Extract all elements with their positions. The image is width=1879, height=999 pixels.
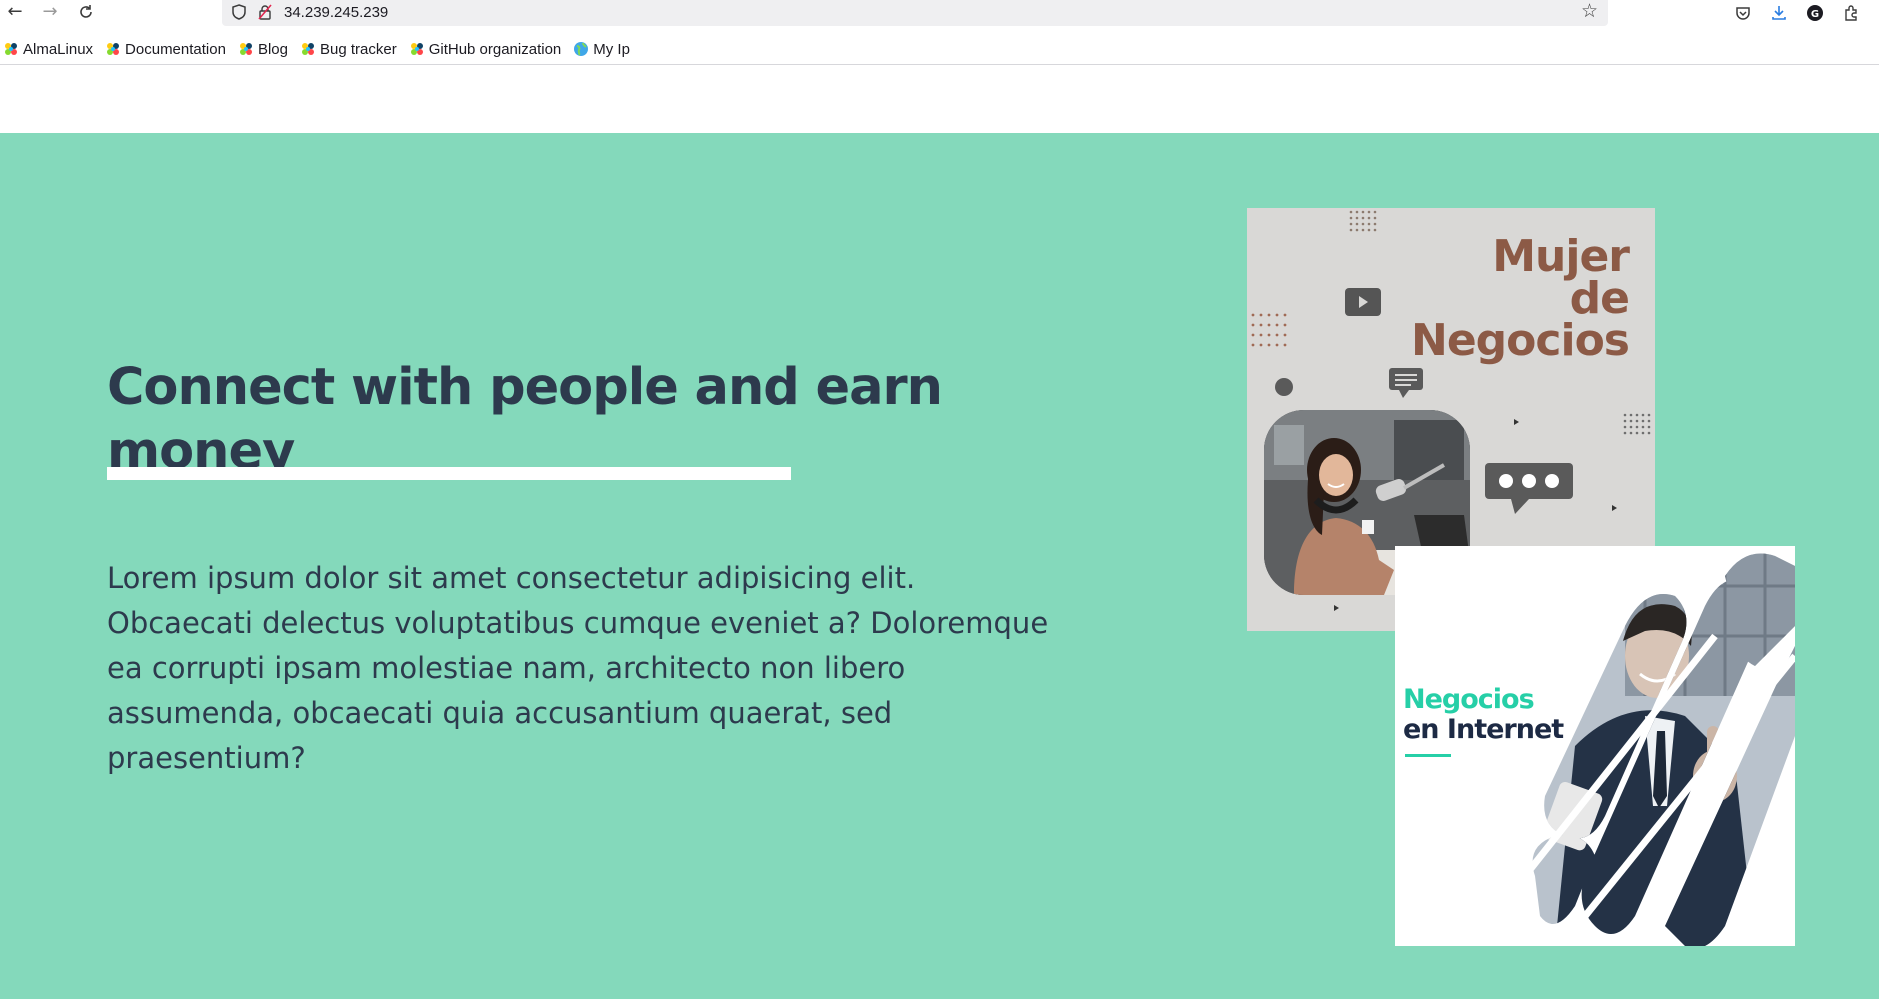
- insecure-lock-icon[interactable]: [256, 3, 274, 21]
- card1-title: Mujer de Negocios: [1411, 231, 1630, 366]
- back-icon[interactable]: ←: [3, 0, 27, 24]
- pocket-icon[interactable]: [1732, 2, 1754, 24]
- hero-description: Lorem ipsum dolor sit amet consectetur a…: [107, 561, 1049, 775]
- shield-icon[interactable]: [230, 3, 248, 21]
- account-avatar-icon[interactable]: G: [1804, 2, 1826, 24]
- card1-title-line: Negocios: [1411, 315, 1630, 366]
- bookmark-label: AlmaLinux: [23, 40, 94, 58]
- businessman-photo: [1522, 553, 1795, 946]
- almalinux-icon: [299, 40, 317, 58]
- forward-icon[interactable]: →: [38, 0, 62, 24]
- bookmark-label: Bug tracker: [319, 40, 397, 58]
- negocios-en-internet-card: Negocios en Internet: [1395, 546, 1795, 946]
- bookmark-label: Blog: [257, 40, 288, 58]
- bookmark-star-icon[interactable]: ☆: [1581, 2, 1598, 21]
- bookmark-blog[interactable]: Blog: [237, 40, 288, 58]
- hero-section: Connect with people and earn money Lorem…: [0, 133, 1879, 999]
- card1-title-line: Mujer: [1492, 231, 1630, 282]
- extensions-icon[interactable]: [1840, 2, 1862, 24]
- chrome-divider: [0, 64, 1879, 65]
- almalinux-icon: [408, 40, 426, 58]
- almalinux-icon: [104, 40, 122, 58]
- bookmark-documentation[interactable]: Documentation: [104, 40, 226, 58]
- almalinux-icon: [237, 40, 255, 58]
- bookmark-bug-tracker[interactable]: Bug tracker: [299, 40, 397, 58]
- bookmark-label: Documentation: [125, 40, 226, 58]
- downloads-icon[interactable]: [1768, 2, 1790, 24]
- bookmark-label: GitHub organization: [428, 40, 562, 58]
- bookmark-label: My Ip: [593, 40, 630, 58]
- svg-text:G: G: [1811, 9, 1819, 20]
- bookmark-almalinux[interactable]: AlmaLinux: [2, 40, 93, 58]
- bookmark-github-organization[interactable]: GitHub organization: [408, 40, 562, 58]
- title-underline: [107, 467, 791, 480]
- hero-title: Connect with people and earn money: [107, 358, 943, 481]
- reload-icon[interactable]: [74, 0, 98, 24]
- globe-icon: [572, 40, 590, 58]
- browser-toolbar: ← → 34.239.245.239 ☆ G: [0, 0, 1879, 26]
- card1-title-line: de: [1569, 273, 1630, 324]
- card2-accent-line: [1405, 754, 1451, 757]
- bookmarks-bar: AlmaLinux Documentation Blog Bug tracker…: [0, 36, 1879, 62]
- card2-title-line2: en Internet: [1403, 714, 1564, 745]
- url-text[interactable]: 34.239.245.239: [284, 4, 388, 21]
- url-bar[interactable]: 34.239.245.239 ☆: [222, 0, 1608, 26]
- card2-title-line1: Negocios: [1403, 684, 1535, 715]
- bookmark-my-ip[interactable]: My Ip: [572, 40, 630, 58]
- almalinux-icon: [2, 40, 20, 58]
